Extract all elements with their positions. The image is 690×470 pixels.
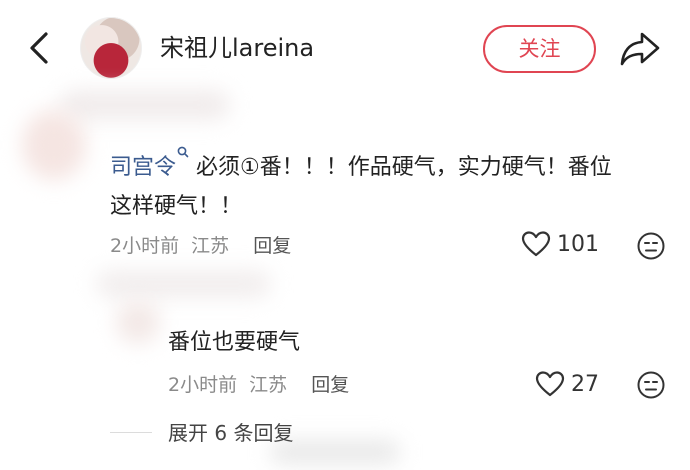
reply-like-button[interactable]: 27 xyxy=(535,370,599,398)
comment-reply-button[interactable]: 回复 xyxy=(253,235,291,257)
reply-like-count: 27 xyxy=(571,371,599,397)
expand-divider xyxy=(110,432,152,433)
dislike-face-icon[interactable] xyxy=(636,370,666,400)
expand-replies-button[interactable]: 展开 6 条回复 xyxy=(168,418,293,448)
back-arrow-icon[interactable] xyxy=(22,26,58,70)
blurred-reply-avatar xyxy=(116,300,160,344)
comment-time: 2小时前 xyxy=(110,235,180,257)
follow-button[interactable]: 关注 xyxy=(483,25,596,73)
reply-meta: 2小时前 江苏 回复 xyxy=(168,370,349,397)
reply-text: 番位也要硬气 xyxy=(168,330,301,355)
blurred-username xyxy=(60,90,230,120)
reply-location: 江苏 xyxy=(249,374,288,396)
share-icon[interactable] xyxy=(618,28,662,68)
mention-link[interactable]: 司宫令 xyxy=(110,155,176,180)
comment-body-line1: 必须①番！！！作品硬气，实力硬气！番位 xyxy=(189,155,612,180)
heart-icon xyxy=(535,371,565,397)
search-icon xyxy=(177,146,189,158)
comment-like-button[interactable]: 101 xyxy=(521,230,599,258)
blurred-avatar xyxy=(22,110,86,180)
comment-body-line2: 这样硬气！！ xyxy=(110,194,243,219)
comment-location: 江苏 xyxy=(191,235,230,257)
dislike-face-icon[interactable] xyxy=(636,231,666,261)
comment-text: 司宫令 必须①番！！！作品硬气，实力硬气！番位 这样硬气！！ xyxy=(110,146,670,226)
comment-like-count: 101 xyxy=(557,231,599,257)
reply-reply-button[interactable]: 回复 xyxy=(311,374,349,396)
reply-time: 2小时前 xyxy=(168,374,238,396)
heart-icon xyxy=(521,231,551,257)
blurred-reply-username xyxy=(96,270,271,298)
avatar[interactable] xyxy=(80,17,142,79)
username[interactable]: 宋祖儿lareina xyxy=(160,30,314,66)
comment-meta: 2小时前 江苏 回复 xyxy=(110,231,291,258)
